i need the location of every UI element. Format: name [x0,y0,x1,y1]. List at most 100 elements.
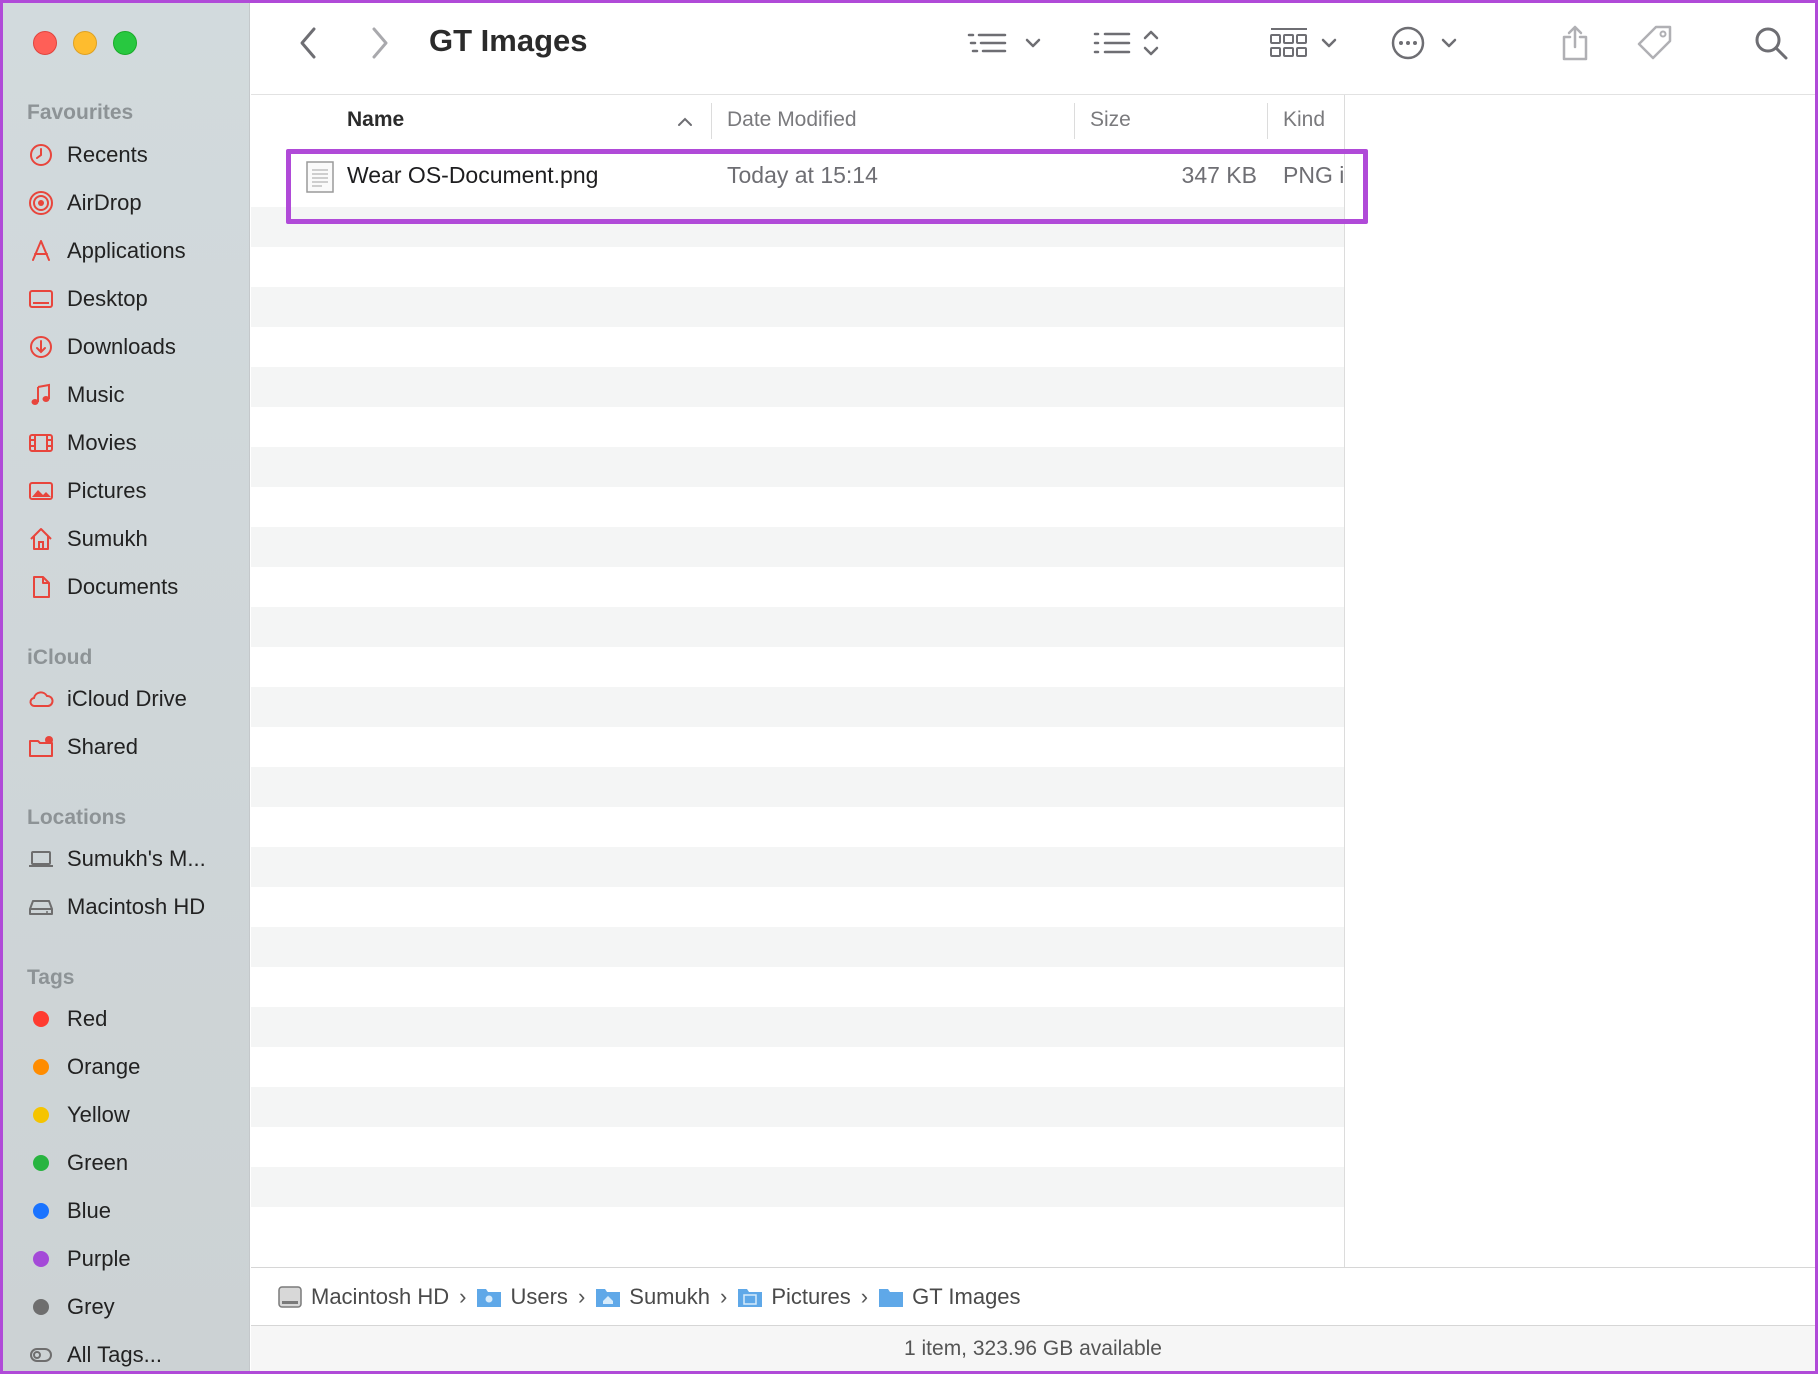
tags-heading: Tags [27,966,75,989]
sidebar-item-label: Yellow [67,1102,130,1127]
sidebar-item-macintosh-hd[interactable]: Macintosh HD [27,885,242,929]
back-button[interactable] [293,21,323,65]
sidebar-item-label: Macintosh HD [67,894,206,919]
home-folder-icon [595,1285,621,1309]
folder-icon [878,1285,904,1309]
path-item-users[interactable]: Users [476,1284,568,1310]
sidebar-tag-blue[interactable]: Blue [27,1189,242,1233]
path-item-sumukh[interactable]: Sumukh [595,1284,710,1310]
search-icon [1755,27,1788,60]
folder-icon [476,1285,502,1309]
airdrop-icon [27,189,55,217]
share-button[interactable] [1557,21,1593,65]
sidebar-item-label: Recents [67,142,148,167]
path-item-label: GT Images [912,1283,1021,1309]
table-row[interactable]: Wear OS-Document.png Today at 15:14 347 … [251,147,1344,207]
toolbar: GT Images [251,3,1815,95]
empty-row [251,927,1344,967]
path-item-macintosh-hd[interactable]: Macintosh HD [277,1284,449,1310]
column-name[interactable]: Name [347,108,404,132]
column-size[interactable]: Size [1090,108,1131,132]
empty-rows [251,207,1344,1247]
sidebar-item-label: Applications [67,238,186,263]
sidebar-item-shared[interactable]: Shared [27,725,242,769]
sidebar-item-label: Grey [67,1294,115,1319]
locations-heading: Locations [27,806,127,829]
search-button[interactable] [1751,21,1791,65]
empty-row [251,207,1344,247]
empty-row [251,487,1344,527]
action-menu-button[interactable] [1391,21,1467,65]
share-icon [1562,25,1588,61]
sidebar-item-music[interactable]: Music [27,373,242,417]
group-button[interactable] [1269,21,1345,65]
sidebar-item-this-mac[interactable]: Sumukh's M... [27,837,242,881]
empty-row [251,287,1344,327]
empty-row [251,247,1344,287]
chevron-left-icon [300,27,316,59]
chevron-right-icon [372,27,388,59]
sidebar-tag-purple[interactable]: Purple [27,1237,242,1281]
laptop-icon [27,845,55,873]
path-item-gt-images[interactable]: GT Images [878,1283,1021,1310]
grid-group-icon [1270,28,1337,57]
sidebar-item-label: Movies [67,430,137,455]
sidebar-item-airdrop[interactable]: AirDrop [27,181,242,225]
sidebar-item-movies[interactable]: Movies [27,421,242,465]
empty-row [251,687,1344,727]
view-options-button[interactable] [967,21,1047,65]
music-note-icon [27,381,55,409]
minimize-window-button[interactable] [73,31,97,55]
empty-row [251,807,1344,847]
sidebar-item-label: Sumukh's M... [67,846,206,871]
empty-row [251,407,1344,447]
sidebar-item-label: Music [67,382,125,407]
window-title: GT Images [429,23,588,58]
column-header: Name Date Modified Size Kind [251,95,1344,147]
cloud-icon [27,685,55,713]
sidebar-item-applications[interactable]: Applications [27,229,242,273]
sort-options-button[interactable] [1093,21,1165,65]
forward-button[interactable] [365,21,395,65]
column-kind[interactable]: Kind [1283,108,1325,132]
close-window-button[interactable] [33,31,57,55]
empty-row [251,1127,1344,1167]
sidebar-item-downloads[interactable]: Downloads [27,325,242,369]
chevron-right-icon: › [719,1283,728,1309]
file-name: Wear OS-Document.png [347,162,599,188]
sidebar-tag-red[interactable]: Red [27,997,242,1041]
sidebar-item-pictures[interactable]: Pictures [27,469,242,513]
file-rows: Wear OS-Document.png Today at 15:14 347 … [251,147,1344,1247]
sidebar-tag-green[interactable]: Green [27,1141,242,1185]
sidebar-item-label: Desktop [67,286,148,311]
sidebar-item-sumukh[interactable]: Sumukh [27,517,242,561]
sidebar-tag-orange[interactable]: Orange [27,1045,242,1089]
sidebar-item-label: Purple [67,1246,131,1271]
tag-icon [1637,25,1672,60]
clock-icon [27,141,55,169]
empty-row [251,607,1344,647]
sidebar-item-icloud-drive[interactable]: iCloud Drive [27,677,242,721]
tag-button[interactable] [1635,21,1675,65]
empty-row [251,767,1344,807]
empty-row [251,1167,1344,1207]
document-icon [27,573,55,601]
grey-tag-dot-icon [27,1293,55,1321]
sidebar-tag-yellow[interactable]: Yellow [27,1093,242,1137]
red-tag-dot-icon [27,1005,55,1033]
zoom-window-button[interactable] [113,31,137,55]
column-date-modified[interactable]: Date Modified [727,108,857,132]
blue-tag-dot-icon [27,1197,55,1225]
sidebar-all-tags[interactable]: All Tags... [27,1333,242,1371]
sidebar-item-label: iCloud Drive [67,686,187,711]
sidebar-item-documents[interactable]: Documents [27,565,242,609]
sidebar-tag-grey[interactable]: Grey [27,1285,242,1329]
ellipsis-circle-icon [1391,26,1457,60]
sidebar-item-desktop[interactable]: Desktop [27,277,242,321]
shared-folder-icon [27,733,55,761]
sidebar-item-recents[interactable]: Recents [27,133,242,177]
sidebar-item-label: Green [67,1150,129,1175]
sidebar-item-label: Sumukh [67,526,148,551]
column-separator [1074,103,1075,139]
path-item-pictures[interactable]: Pictures [737,1284,851,1310]
